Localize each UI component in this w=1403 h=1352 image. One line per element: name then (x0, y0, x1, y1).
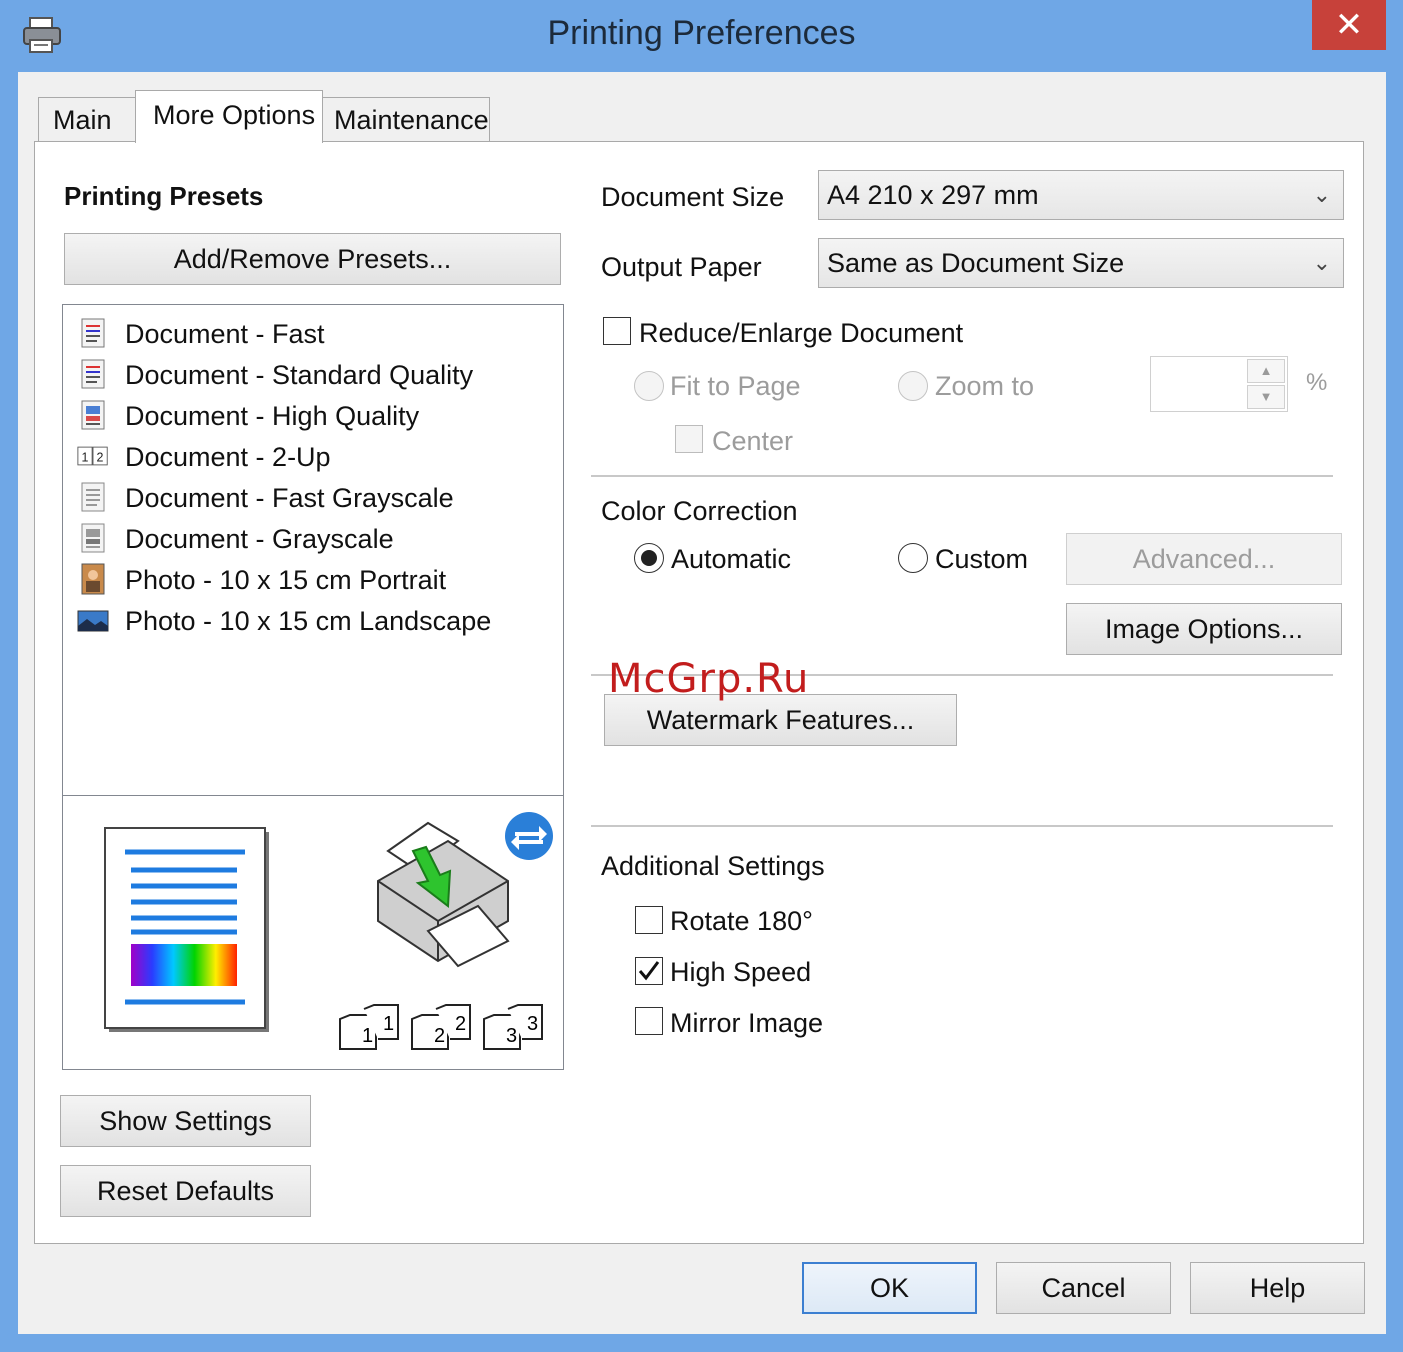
preset-label: Photo - 10 x 15 cm Landscape (125, 606, 492, 636)
fit-to-page-radio[interactable] (634, 371, 664, 401)
automatic-label: Automatic (671, 544, 792, 574)
output-paper-select[interactable]: Same as Document Size ⌄ (818, 238, 1344, 288)
title-bar[interactable]: Printing Preferences ✕ (0, 0, 1403, 72)
svg-text:1: 1 (81, 450, 88, 464)
svg-text:2: 2 (97, 450, 104, 464)
tab-label: Main (53, 105, 112, 135)
zoom-percent-stepper[interactable]: ▲ ▼ (1150, 356, 1288, 412)
rotate-180-checkbox[interactable] (635, 906, 663, 934)
copy-number: 3 (506, 1025, 518, 1047)
photo-portrait-icon (81, 563, 105, 595)
high-speed-checkbox[interactable] (635, 957, 663, 985)
custom-label: Custom (935, 544, 1029, 574)
document-gray-icon (81, 482, 105, 512)
copy-number: 2 (434, 1025, 446, 1047)
stepper-up-icon[interactable]: ▲ (1247, 359, 1285, 383)
printing-preferences-window: Printing Preferences ✕ Main More Options… (0, 0, 1403, 1352)
mirror-image-checkbox[interactable] (635, 1007, 663, 1035)
copies-collate-icon: 1 1 2 2 3 3 (338, 1001, 553, 1056)
checkmark-icon (638, 961, 660, 981)
tab-label: Maintenance (334, 105, 489, 135)
list-item[interactable]: 12 Document - 2-Up (77, 434, 547, 474)
document-size-label: Document Size (601, 182, 785, 212)
sync-status-icon (505, 812, 553, 860)
site-watermark: McGrp.Ru (608, 656, 810, 702)
stepper-down-icon[interactable]: ▼ (1247, 385, 1285, 409)
document-icon (81, 318, 105, 348)
preset-label: Document - High Quality (125, 401, 420, 431)
list-item[interactable]: Photo - 10 x 15 cm Portrait (77, 557, 547, 597)
copy-number: 1 (362, 1025, 374, 1047)
rotate-180-label: Rotate 180° (670, 906, 813, 936)
window-title: Printing Preferences (547, 14, 856, 52)
preset-label: Document - Fast (125, 319, 325, 349)
output-paper-value: Same as Document Size (827, 248, 1125, 278)
presets-list[interactable]: Document - Fast Document - Standard Qual… (62, 304, 564, 796)
close-button[interactable]: ✕ (1312, 0, 1386, 50)
help-button[interactable]: Help (1190, 1262, 1365, 1314)
list-item[interactable]: Document - Fast Grayscale (77, 475, 547, 515)
printing-presets-heading: Printing Presets (64, 181, 264, 211)
list-item[interactable]: Document - Standard Quality (77, 352, 547, 392)
show-settings-button[interactable]: Show Settings (60, 1095, 311, 1147)
chevron-down-icon: ⌄ (1312, 250, 1331, 275)
tab-maintenance[interactable]: Maintenance (322, 97, 490, 142)
preset-label: Document - Standard Quality (125, 360, 474, 390)
list-item[interactable]: Document - High Quality (77, 393, 547, 433)
two-up-icon: 12 (77, 446, 108, 466)
preset-label: Document - 2-Up (125, 442, 331, 472)
settings-preview: 1 1 2 2 3 3 (62, 795, 564, 1070)
preset-label: Photo - 10 x 15 cm Portrait (125, 565, 447, 595)
fit-to-page-label: Fit to Page (670, 371, 801, 401)
image-options-button[interactable]: Image Options... (1066, 603, 1342, 655)
close-icon: ✕ (1334, 6, 1364, 44)
copy-number: 2 (455, 1013, 467, 1035)
center-checkbox[interactable] (675, 425, 703, 453)
document-size-select[interactable]: A4 210 x 297 mm ⌄ (818, 170, 1344, 220)
tab-main[interactable]: Main (38, 97, 136, 142)
list-item[interactable]: Document - Grayscale (77, 516, 547, 556)
automatic-radio[interactable] (634, 543, 664, 573)
printer-feed-icon (377, 821, 510, 968)
tab-more-options[interactable]: More Options (135, 90, 323, 143)
additional-settings-heading: Additional Settings (601, 851, 825, 881)
reduce-enlarge-checkbox[interactable] (603, 317, 631, 345)
ok-button[interactable]: OK (802, 1262, 977, 1314)
photo-landscape-icon (77, 610, 109, 632)
custom-radio[interactable] (898, 543, 928, 573)
reset-defaults-button[interactable]: Reset Defaults (60, 1165, 311, 1217)
section-divider (591, 825, 1333, 827)
page-preview-icon (104, 827, 269, 1032)
percent-label: % (1306, 369, 1328, 396)
output-paper-label: Output Paper (601, 252, 762, 282)
list-item[interactable]: Photo - 10 x 15 cm Landscape (77, 598, 547, 638)
zoom-to-radio[interactable] (898, 371, 928, 401)
document-gray-icon (81, 523, 105, 553)
reduce-enlarge-label: Reduce/Enlarge Document (639, 318, 964, 348)
document-icon (81, 359, 105, 389)
preset-label: Document - Grayscale (125, 524, 394, 554)
color-correction-heading: Color Correction (601, 496, 798, 526)
mirror-image-label: Mirror Image (670, 1008, 824, 1038)
section-divider (591, 475, 1333, 477)
preset-label: Document - Fast Grayscale (125, 483, 454, 513)
zoom-to-label: Zoom to (935, 371, 1035, 401)
add-remove-presets-button[interactable]: Add/Remove Presets... (64, 233, 561, 285)
advanced-button[interactable]: Advanced... (1066, 533, 1342, 585)
document-color-icon (81, 400, 105, 430)
copy-number: 1 (383, 1013, 395, 1035)
list-item[interactable]: Document - Fast (77, 311, 547, 351)
cancel-button[interactable]: Cancel (996, 1262, 1171, 1314)
center-label: Center (712, 426, 794, 456)
high-speed-label: High Speed (670, 957, 812, 987)
tab-label: More Options (153, 100, 316, 130)
copy-number: 3 (527, 1013, 539, 1035)
document-size-value: A4 210 x 297 mm (827, 180, 1039, 210)
chevron-down-icon: ⌄ (1312, 182, 1331, 207)
